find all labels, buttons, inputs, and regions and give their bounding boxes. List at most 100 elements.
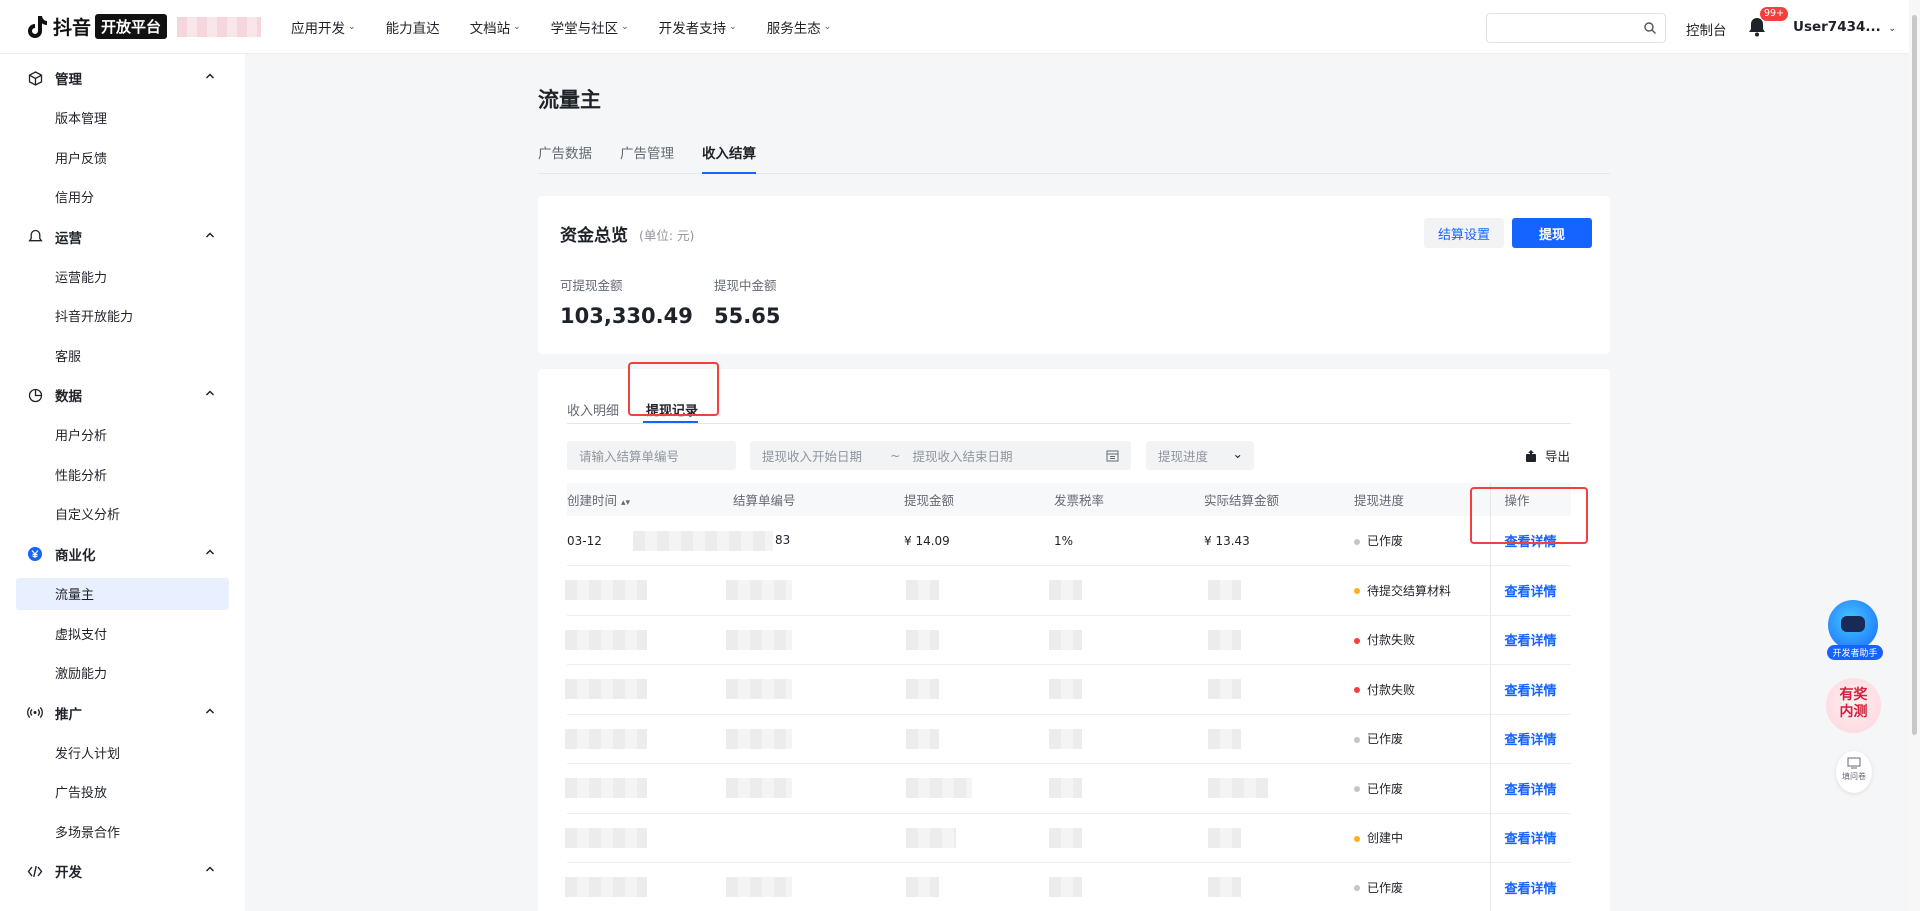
sidebar-item-3-1[interactable]: 虚拟支付 <box>0 614 245 654</box>
chevron-up-icon <box>205 231 215 238</box>
cell-action: 查看详情 <box>1489 813 1571 863</box>
scrollbar-thumb[interactable] <box>1912 15 1917 735</box>
user-menu[interactable]: User7434... ⌄ <box>1793 19 1896 35</box>
table-row: 03-12 83 ¥ 14.09 1% ¥ 13.43 已作废 查看详情 <box>567 516 1571 566</box>
sidebar-group-3[interactable]: 商业化 <box>0 534 245 574</box>
nav-item-4[interactable]: 开发者支持 ⌄ <box>659 17 737 37</box>
redacted-value <box>726 877 792 898</box>
chevron-up-icon <box>205 548 215 555</box>
calendar-icon <box>1106 450 1119 462</box>
status-text: 付款失败 <box>1367 633 1416 648</box>
sort-icon[interactable]: ▴▾ <box>621 498 630 508</box>
console-link[interactable]: 控制台 <box>1686 19 1727 39</box>
redacted-value <box>565 877 647 898</box>
highlight-box-action <box>1470 487 1588 544</box>
sidebar-item-4-2[interactable]: 多场景合作 <box>0 812 245 852</box>
view-detail-link[interactable]: 查看详情 <box>1505 882 1557 897</box>
chevron-down-icon: ⌄ <box>621 21 629 32</box>
order-number-input[interactable]: 请输入结算单编号 <box>567 441 736 470</box>
status-dot <box>1354 637 1360 644</box>
table-row: 付款失败 查看详情 <box>565 664 1571 715</box>
logo-badge: 开放平台 <box>95 14 168 39</box>
export-button[interactable]: 导出 <box>1525 446 1570 465</box>
sidebar-group-1[interactable]: 运营 <box>0 217 245 257</box>
cell-progress: 付款失败 <box>1354 615 1490 665</box>
sidebar-group-0[interactable]: 管理 <box>0 58 245 98</box>
withdraw-button[interactable]: 提现 <box>1512 218 1592 248</box>
redacted-value <box>726 728 792 749</box>
sidebar-group-label: 开发 <box>55 865 82 881</box>
cell-order-number <box>726 615 904 665</box>
date-range-picker[interactable]: 提现收入开始日期 ~ 提现收入结束日期 <box>750 441 1131 470</box>
sidebar-group-5[interactable]: 开发 <box>0 851 245 891</box>
status-dot <box>1354 885 1360 892</box>
sidebar-group-4[interactable]: 推广 <box>0 693 245 733</box>
view-detail-link[interactable]: 查看详情 <box>1505 585 1557 600</box>
table-row: 创建中 查看详情 <box>565 813 1571 863</box>
view-detail-link[interactable]: 查看详情 <box>1505 733 1557 748</box>
sidebar-item-2-1[interactable]: 性能分析 <box>0 455 245 495</box>
search-input[interactable] <box>1486 13 1666 43</box>
available-value: 103,330.49 <box>560 304 693 328</box>
sidebar-item-0-2[interactable]: 信用分 <box>0 177 245 217</box>
sidebar-item-4-1[interactable]: 广告投放 <box>0 772 245 812</box>
nav-item-label: 学堂与社区 <box>550 20 619 37</box>
sidebar-item-label: 自定义分析 <box>55 508 121 524</box>
search-icon <box>1644 22 1656 34</box>
redacted-value <box>565 827 647 848</box>
tab-income-detail[interactable]: 收入明细 <box>567 400 619 419</box>
nav-item-2[interactable]: 文档站 ⌄ <box>470 17 521 37</box>
page-tab-0[interactable]: 广告数据 <box>538 142 592 174</box>
pending-value: 55.65 <box>714 304 781 328</box>
page-tab-1[interactable]: 广告管理 <box>620 142 674 174</box>
redacted-value <box>1049 580 1082 601</box>
view-detail-link[interactable]: 查看详情 <box>1505 783 1557 798</box>
cube-icon <box>27 70 43 86</box>
progress-select[interactable]: 提现进度 ⌄ <box>1146 441 1254 470</box>
table-row: 付款失败 查看详情 <box>565 615 1571 665</box>
cell-amount <box>904 565 1054 616</box>
redacted-value <box>565 679 647 700</box>
cell-created-time <box>565 565 733 616</box>
cell-amount <box>904 763 1054 814</box>
developer-assistant-button[interactable]: 开发者助手 <box>1827 600 1883 662</box>
cell-actual-amount <box>1204 763 1354 814</box>
nav-item-0[interactable]: 应用开发 ⌄ <box>291 17 356 37</box>
nav-item-5[interactable]: 服务生态 ⌄ <box>767 17 832 37</box>
view-detail-link[interactable]: 查看详情 <box>1505 634 1557 649</box>
cell-progress: 待提交结算材料 <box>1354 565 1490 616</box>
sidebar-item-3-2[interactable]: 激励能力 <box>0 653 245 693</box>
settle-settings-button[interactable]: 结算设置 <box>1424 218 1504 248</box>
prize-beta-button[interactable]: 有奖内测 <box>1826 678 1881 733</box>
redacted-value <box>906 877 939 898</box>
cell-created-time <box>565 813 733 863</box>
sidebar-item-0-0[interactable]: 版本管理 <box>0 98 245 138</box>
sidebar-group-2[interactable]: 数据 <box>0 375 245 415</box>
view-detail-link[interactable]: 查看详情 <box>1505 684 1557 699</box>
survey-button[interactable]: 填问卷 <box>1836 751 1872 793</box>
page-scrollbar[interactable] <box>1909 0 1920 911</box>
page-title: 流量主 <box>538 88 601 112</box>
end-date-placeholder: 提现收入结束日期 <box>912 449 1013 464</box>
status-text: 已作废 <box>1367 781 1404 796</box>
view-detail-link[interactable]: 查看详情 <box>1505 832 1557 847</box>
sidebar-item-1-0[interactable]: 运营能力 <box>0 257 245 297</box>
notification-count-badge: 99+ <box>1760 7 1789 21</box>
top-navbar: 抖音 开放平台 应用开发 ⌄ 能力直达 文档站 ⌄ 学堂与社区 ⌄ 开发者支持 ⌄ 服务生态 ⌄ 控… <box>0 0 1920 54</box>
sidebar-item-0-1[interactable]: 用户反馈 <box>0 138 245 178</box>
sidebar-item-2-0[interactable]: 用户分析 <box>0 415 245 455</box>
logo[interactable]: 抖音 开放平台 <box>26 13 168 40</box>
cell-tax-rate <box>1049 813 1204 863</box>
user-name: User7434... <box>1793 19 1881 35</box>
sidebar-item-1-1[interactable]: 抖音开放能力 <box>0 296 245 336</box>
nav-item-3[interactable]: 学堂与社区 ⌄ <box>551 17 629 37</box>
nav-item-1[interactable]: 能力直达 <box>386 17 440 37</box>
sidebar-item-3-0[interactable]: 流量主 <box>16 577 229 610</box>
column-created-time[interactable]: 创建时间 ▴▾ <box>567 483 733 516</box>
sidebar-item-4-0[interactable]: 发行人计划 <box>0 733 245 773</box>
sidebar-item-2-2[interactable]: 自定义分析 <box>0 494 245 534</box>
sidebar-item-1-2[interactable]: 客服 <box>0 336 245 376</box>
page-tab-2[interactable]: 收入结算 <box>702 142 756 174</box>
redacted-value <box>726 679 792 700</box>
redacted-value <box>906 629 939 650</box>
